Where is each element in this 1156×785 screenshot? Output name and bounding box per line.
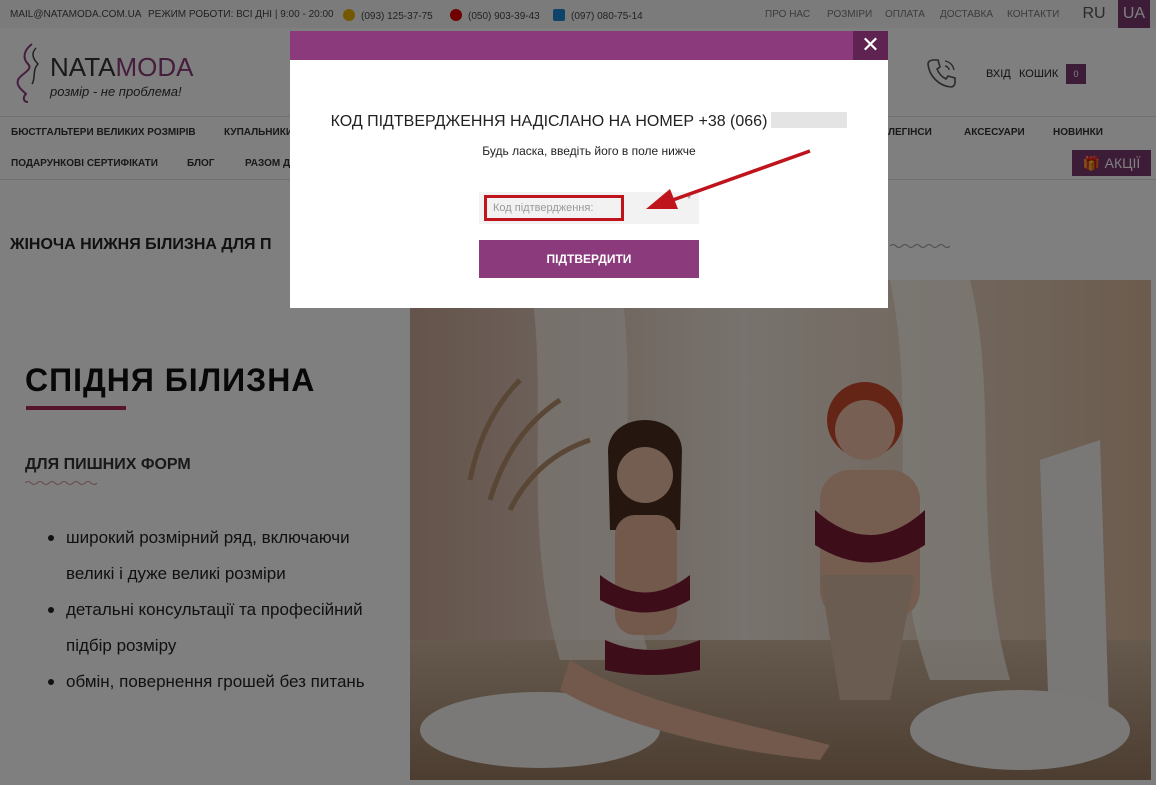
confirm-button[interactable]: ПІДТВЕРДИТИ: [479, 240, 699, 278]
close-button[interactable]: ✕: [853, 31, 888, 60]
masked-phone-number: [771, 112, 848, 128]
verification-code-input[interactable]: [484, 195, 624, 221]
annotation-arrow-icon: [646, 149, 811, 209]
modal-header: [290, 31, 888, 60]
close-icon: ✕: [861, 32, 880, 57]
modal-title: КОД ПІДТВЕРДЖЕННЯ НАДІСЛАНО НА НОМЕР +38…: [290, 112, 888, 131]
